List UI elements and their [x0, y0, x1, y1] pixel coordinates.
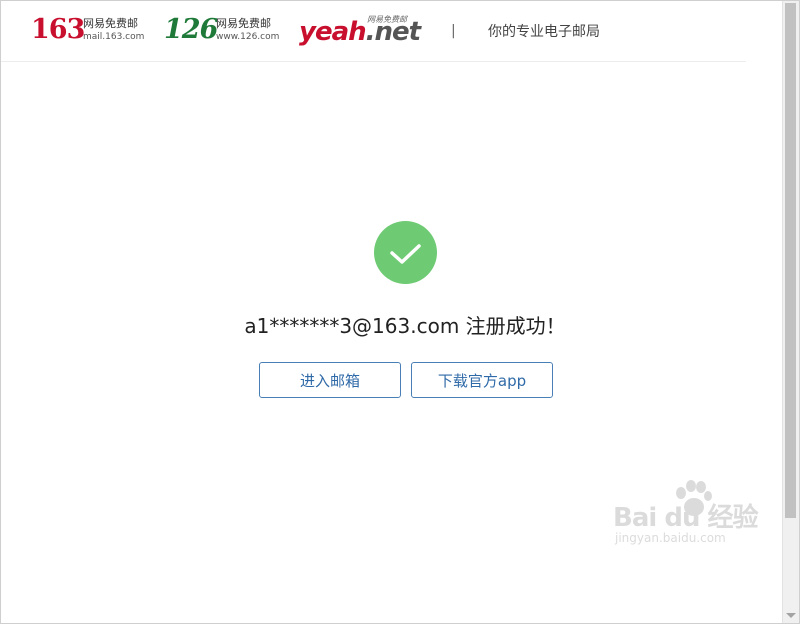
checkmark-circle-icon [374, 221, 437, 284]
checkmark-icon [390, 244, 421, 264]
logo-163-label: 网易免费邮 [83, 17, 138, 30]
download-app-button[interactable]: 下载官方app [411, 362, 553, 398]
enter-mailbox-button[interactable]: 进入邮箱 [259, 362, 401, 398]
logo-yeah-text: yeah.net [299, 17, 421, 47]
logo-126-number: 126 [164, 14, 218, 45]
baidu-jingyan-watermark: Bai du 经验 jingyan.baidu.com [613, 479, 773, 559]
watermark-url: jingyan.baidu.com [615, 531, 726, 545]
logo-163-number: 163 [31, 14, 85, 45]
logo-126-domain: www.126.com [216, 32, 280, 42]
browser-page: 163 网易免费邮 mail.163.com 126 网易免费邮 www.126… [0, 0, 800, 624]
watermark-logo-text: Bai du 经验 [613, 503, 758, 533]
scroll-down-arrow-icon[interactable] [786, 613, 796, 618]
logo-yeah-net[interactable]: 网易免费邮 yeah.net [299, 9, 421, 47]
logo-126-label: 网易免费邮 [216, 17, 271, 30]
logo-yeah-suffix: .net [365, 17, 421, 47]
logo-yeah-brand: yeah [299, 17, 367, 47]
header-slogan: 你的专业电子邮局 [488, 24, 600, 40]
success-message: a1*******3@163.com 注册成功！ [244, 314, 566, 338]
scrollbar-thumb[interactable] [785, 3, 796, 518]
vertical-scrollbar[interactable] [782, 1, 799, 623]
header-divider: | [451, 23, 456, 39]
site-header: 163 网易免费邮 mail.163.com 126 网易免费邮 www.126… [1, 1, 746, 62]
logo-163-domain: mail.163.com [83, 32, 145, 42]
